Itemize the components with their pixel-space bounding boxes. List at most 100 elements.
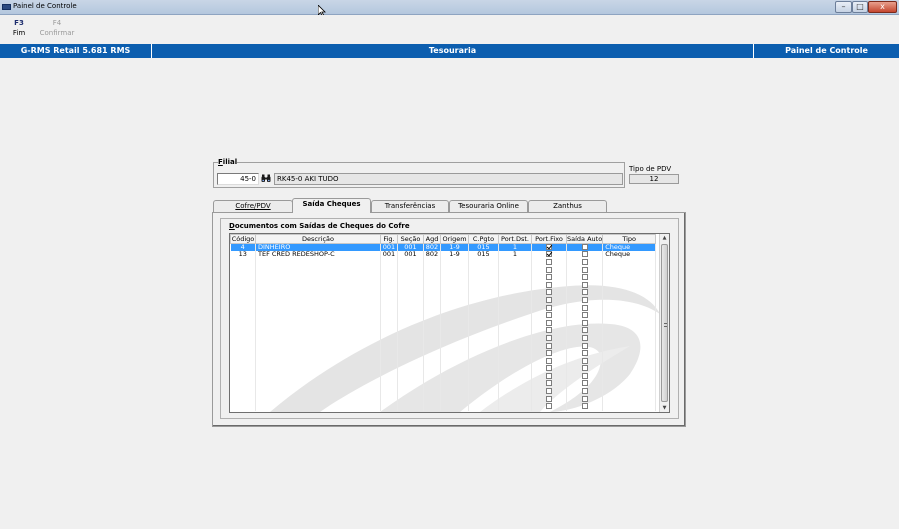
column-header[interactable]: Origem (440, 234, 469, 244)
portfixo-checkbox[interactable] (546, 403, 552, 410)
saidaauto-checkbox[interactable] (581, 258, 588, 265)
portfixo-checkbox[interactable] (546, 350, 552, 357)
table-row-empty[interactable] (230, 349, 657, 358)
table-cell-empty (531, 289, 567, 297)
portfixo-checkbox[interactable] (546, 266, 552, 273)
maximize-button[interactable]: □ (852, 1, 868, 13)
saidaauto-checkbox[interactable] (581, 388, 588, 395)
saidaauto-checkbox[interactable] (581, 304, 588, 311)
table-row-empty[interactable] (230, 289, 657, 297)
saidaauto-checkbox[interactable] (581, 289, 588, 296)
tab-cofre-pdv[interactable]: Cofre/PDV (213, 200, 293, 212)
saidaauto-checkbox[interactable] (581, 327, 588, 334)
scroll-thumb[interactable] (661, 244, 668, 402)
table-row-empty[interactable] (230, 342, 657, 350)
column-header[interactable]: Tipo (602, 234, 657, 244)
column-header[interactable]: Código (230, 234, 256, 244)
saidaauto-checkbox[interactable] (581, 312, 588, 319)
close-button[interactable]: x (868, 1, 897, 13)
portfixo-checkbox[interactable] (546, 357, 552, 364)
table-cell-empty (423, 327, 441, 335)
portfixo-checkbox[interactable] (546, 304, 552, 311)
saidaauto-checkbox[interactable] (581, 350, 588, 357)
table-row-empty[interactable] (230, 258, 657, 267)
table-cell-empty (602, 319, 657, 328)
column-header[interactable]: Port.Dst. (498, 234, 532, 244)
table-row-empty[interactable] (230, 365, 657, 373)
portfixo-checkbox[interactable] (546, 327, 552, 334)
portfixo-checkbox[interactable] (546, 334, 552, 341)
portfixo-checkbox[interactable] (546, 296, 552, 303)
table-row-empty[interactable] (230, 281, 657, 290)
table-row-empty[interactable] (230, 334, 657, 343)
scroll-down-arrow-icon[interactable]: ▼ (661, 404, 668, 412)
saidaauto-checkbox[interactable] (581, 342, 588, 349)
table-row-empty[interactable] (230, 319, 657, 328)
column-header[interactable]: C.Pgto (468, 234, 499, 244)
grid-vertical-scrollbar[interactable]: ▲ ▼ (659, 234, 669, 412)
saidaauto-checkbox[interactable] (581, 281, 588, 288)
column-header[interactable]: Fig. (380, 234, 398, 244)
table-row-empty[interactable] (230, 327, 657, 335)
table-row-empty[interactable] (230, 266, 657, 274)
table-cell-fig: 001 (380, 243, 398, 252)
table-row-empty[interactable] (230, 273, 657, 282)
saidaauto-checkbox[interactable] (581, 403, 588, 410)
column-header[interactable]: Agd (423, 234, 441, 244)
f4-confirmar-button[interactable]: F4 Confirmar (38, 19, 76, 38)
filial-code-input[interactable]: 45-0 (217, 173, 259, 185)
portfixo-checkbox[interactable] (546, 372, 552, 379)
portfixo-checkbox[interactable] (546, 388, 552, 395)
documents-grid[interactable]: Código Descrição Fig. Seção Agd Origem C.Pgto P… (229, 233, 670, 413)
column-header[interactable]: Port.Fixo (531, 234, 567, 244)
table-row-empty[interactable] (230, 311, 657, 320)
portfixo-checkbox[interactable] (546, 365, 552, 372)
saidaauto-checkbox[interactable] (581, 395, 588, 402)
column-header[interactable]: Seção (397, 234, 424, 244)
table-row-empty[interactable] (230, 387, 657, 396)
saidaauto-checkbox[interactable] (581, 372, 588, 379)
saidaauto-checkbox[interactable] (581, 365, 588, 372)
table-row-empty[interactable] (230, 380, 657, 388)
portfixo-checkbox[interactable] (546, 342, 552, 349)
table-row[interactable]: 4 DINHEIRO 001 001 802 1-9 015 1 Cheque (230, 243, 657, 252)
tab-zanthus[interactable]: Zanthus (528, 200, 607, 212)
scroll-up-arrow-icon[interactable]: ▲ (661, 234, 668, 242)
f3-fim-button[interactable]: F3 Fim (9, 19, 29, 38)
table-cell-codigo: 4 (230, 243, 256, 252)
portfixo-checkbox[interactable] (546, 274, 552, 281)
binoculars-search-icon[interactable] (261, 174, 271, 183)
tab-saida-cheques[interactable]: Saída Cheques (292, 198, 371, 213)
tab-transferencias[interactable]: Transferências (371, 200, 449, 212)
table-row-empty[interactable] (230, 402, 657, 411)
portfixo-checkbox[interactable] (546, 380, 552, 387)
portfixo-checkbox[interactable] (546, 251, 552, 258)
portfixo-checkbox[interactable] (546, 244, 552, 251)
table-row-empty[interactable] (230, 357, 657, 365)
tab-tesouraria-online[interactable]: Tesouraria Online (449, 200, 528, 212)
table-cell-empty (602, 327, 657, 335)
portfixo-checkbox[interactable] (546, 319, 552, 326)
minimize-button[interactable]: – (835, 1, 852, 13)
table-row-empty[interactable] (230, 304, 657, 312)
saidaauto-checkbox[interactable] (581, 244, 588, 251)
portfixo-checkbox[interactable] (546, 289, 552, 296)
column-header[interactable]: Descrição (255, 234, 381, 244)
saidaauto-checkbox[interactable] (581, 319, 588, 326)
portfixo-checkbox[interactable] (546, 312, 552, 319)
saidaauto-checkbox[interactable] (581, 380, 588, 387)
table-row-empty[interactable] (230, 296, 657, 305)
saidaauto-checkbox[interactable] (581, 274, 588, 281)
table-row-empty[interactable] (230, 395, 657, 403)
saidaauto-checkbox[interactable] (581, 334, 588, 341)
portfixo-checkbox[interactable] (546, 281, 552, 288)
saidaauto-checkbox[interactable] (581, 266, 588, 273)
saidaauto-checkbox[interactable] (581, 251, 588, 258)
portfixo-checkbox[interactable] (546, 258, 552, 265)
table-row-empty[interactable] (230, 372, 657, 381)
saidaauto-checkbox[interactable] (581, 357, 588, 364)
saidaauto-checkbox[interactable] (581, 296, 588, 303)
portfixo-checkbox[interactable] (546, 395, 552, 402)
table-row[interactable]: 13 TEF CRED REDESHOP-C 001 001 802 1-9 015 1 Che… (230, 251, 657, 259)
column-header[interactable]: Saída Auto (565, 234, 604, 244)
